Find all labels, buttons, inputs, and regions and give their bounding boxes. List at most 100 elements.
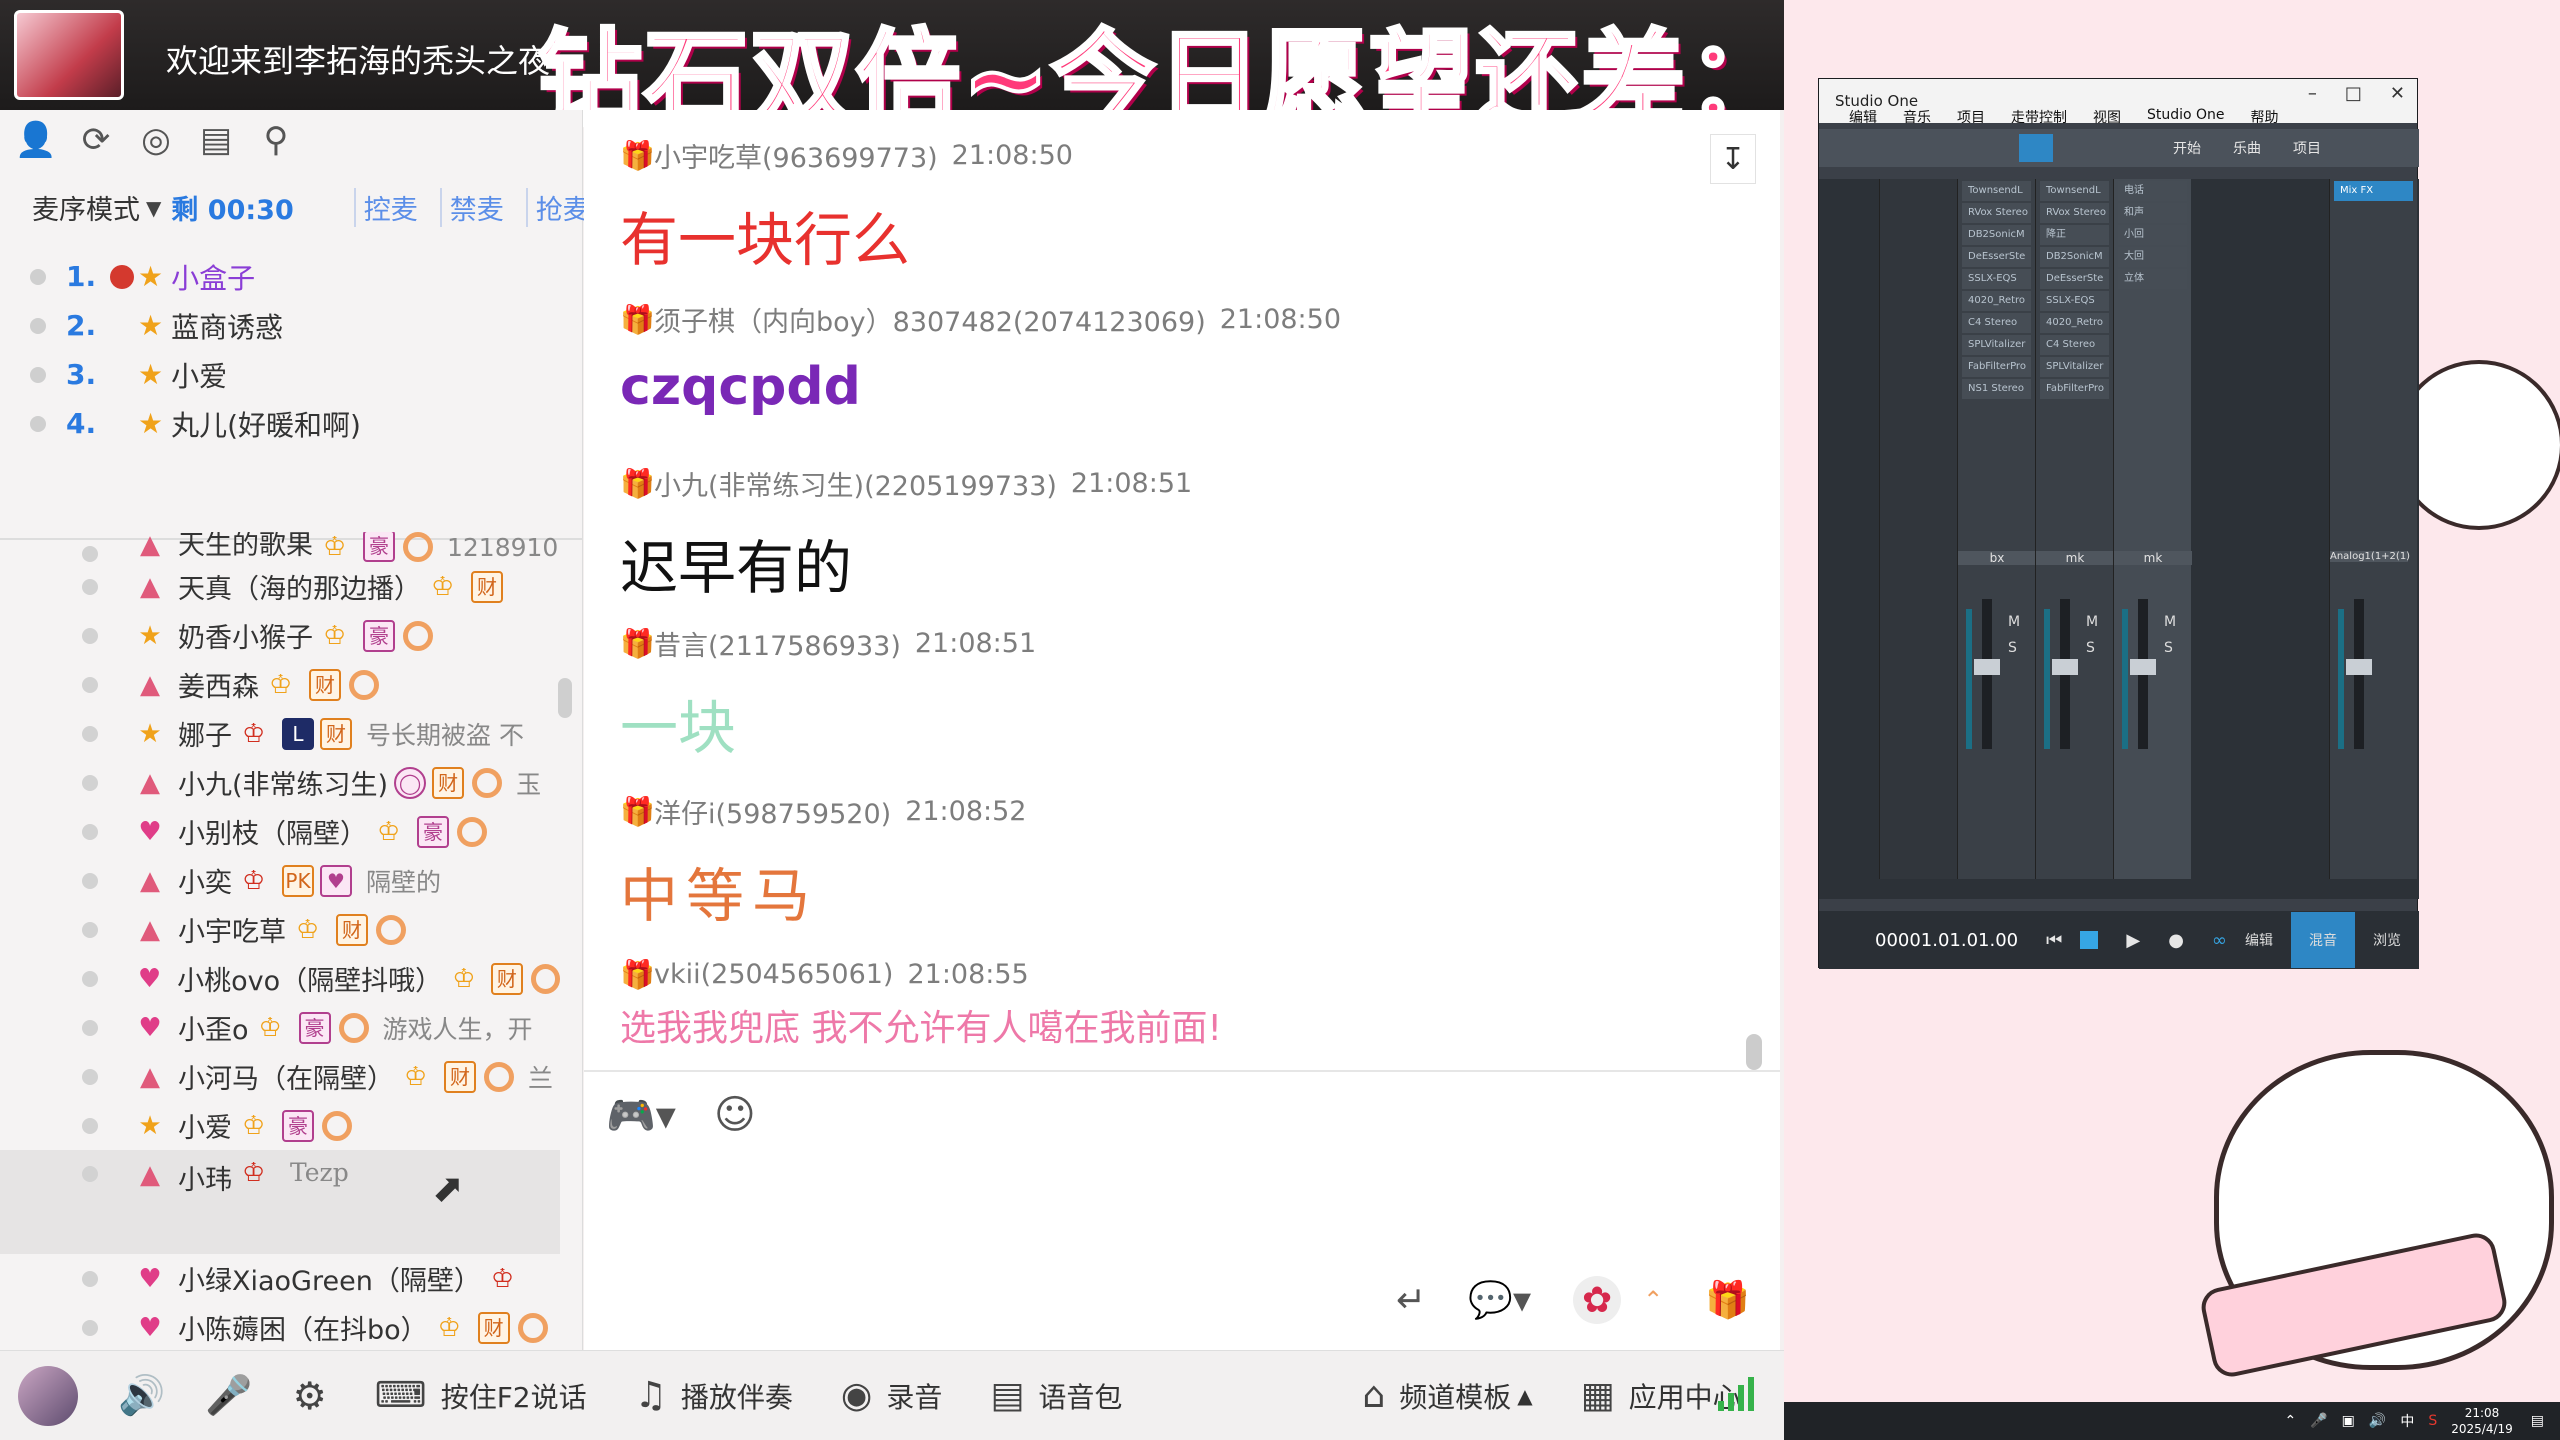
gamepad-icon[interactable]: 🎮▾ xyxy=(606,1092,676,1139)
menu-item[interactable]: 音乐 xyxy=(1903,107,1931,129)
close-icon[interactable]: ✕ xyxy=(2390,83,2405,104)
minimize-icon[interactable]: – xyxy=(2308,83,2317,104)
channel-template-button[interactable]: ⌂ 频道模板 ▲ xyxy=(1362,1375,1532,1416)
ban-mic-link[interactable]: 禁麦 xyxy=(439,188,512,227)
menu-item[interactable]: 项目 xyxy=(1957,107,1985,129)
record-icon[interactable]: ● xyxy=(2168,930,2184,951)
cursor-tool-icon[interactable] xyxy=(2019,134,2053,162)
play-icon[interactable]: ▶ xyxy=(2126,930,2140,951)
member-scrollbar[interactable] xyxy=(558,678,572,718)
list-item[interactable]: ♥ 小别枝（隔壁） ♔ 豪 xyxy=(0,807,560,856)
fader-knob[interactable] xyxy=(2052,659,2078,675)
rose-gift-icon[interactable]: ✿ xyxy=(1573,1276,1622,1324)
message-user[interactable]: 小宇吃草(963699773) xyxy=(654,136,938,175)
mute-solo-icons[interactable]: MS xyxy=(2008,609,2020,661)
location-icon[interactable]: ◎ xyxy=(138,120,174,160)
control-mic-link[interactable]: 控麦 xyxy=(353,188,426,227)
speaker-icon[interactable]: 🔊 xyxy=(118,1373,165,1418)
equalizer-icon[interactable]: ⚙ xyxy=(293,1374,327,1418)
user-icon[interactable]: 👤 xyxy=(15,120,57,160)
message-user[interactable]: 小九(非常练习生)(2205199733) xyxy=(654,464,1057,503)
list-item[interactable]: ♥ 小歪o ♔ 豪游戏人生，开 xyxy=(0,1003,560,1052)
queue-item[interactable]: 4. ★ 丸儿(好暖和啊) xyxy=(30,399,361,448)
app-center-button[interactable]: ▦ 应用中心 xyxy=(1581,1375,1741,1416)
chat-refresh-icon[interactable]: ⟳ xyxy=(78,120,114,160)
mute-solo-icons[interactable]: MS xyxy=(2164,609,2176,661)
list-item[interactable]: ★ 娜子 ♔ L 财号长期被盗 不 xyxy=(0,709,560,758)
mixer-strip[interactable]: TownsendL RVox Stereo 降正 DB2SonicM DeEss… xyxy=(2035,179,2114,879)
list-item-selected[interactable]: ▲ 小玮 ♔ Tezp ⬈ xyxy=(0,1150,560,1254)
menu-item[interactable]: 走带控制 xyxy=(2011,107,2067,129)
tab-edit[interactable]: 编辑 xyxy=(2227,912,2291,968)
toolbar-song[interactable]: 乐曲 xyxy=(2233,138,2261,158)
chevron-up-icon[interactable]: ⌃ xyxy=(1643,1286,1663,1314)
speech-bubble-icon[interactable]: 💬▾ xyxy=(1468,1279,1531,1321)
voice-pack-button[interactable]: ▤ 语音包 xyxy=(990,1375,1122,1416)
gift-box-icon[interactable]: 🎁 xyxy=(1705,1279,1750,1321)
chevron-down-icon[interactable]: ▼ xyxy=(146,196,161,220)
list-item[interactable]: ▲ 小河马（在隔壁） ♔ 财兰 xyxy=(0,1052,560,1101)
record-button[interactable]: ◉ 录音 xyxy=(841,1375,942,1416)
mixer-strip[interactable]: 电话 和声 小回 大回 立体 mk MS xyxy=(2113,179,2192,879)
maximize-icon[interactable]: □ xyxy=(2345,83,2362,104)
microphone-icon[interactable]: 🎤 xyxy=(2310,1413,2327,1429)
play-accompany-button[interactable]: ♫ 播放伴奏 xyxy=(635,1375,793,1416)
list-item[interactable]: ▲ 小奕 ♔ PK ♥ 隔壁的 xyxy=(0,856,560,905)
fader-knob[interactable] xyxy=(2130,659,2156,675)
message-user[interactable]: vkii(2504565061) xyxy=(654,959,893,990)
mute-solo-icons[interactable]: MS xyxy=(2086,609,2098,661)
list-item[interactable]: ▲ 姜西森 ♔ 财 xyxy=(0,660,560,709)
badge-icon: 财 xyxy=(477,1311,510,1344)
tab-browse[interactable]: 浏览 xyxy=(2355,912,2419,968)
avatar[interactable] xyxy=(18,1365,78,1426)
emoji-search-icon[interactable]: ☺ xyxy=(714,1092,756,1138)
chat-input-area[interactable]: 🎮▾ ☺ ↵ 💬▾ ✿ ⌃ 🎁 xyxy=(584,1072,1780,1350)
list-item[interactable]: ▲ 天生的歌果 ♔ 豪 1218910 xyxy=(0,532,560,562)
queue-item[interactable]: 1. ★ 小盒子 xyxy=(30,252,361,301)
message-user[interactable]: 洋仔i(598759520) xyxy=(654,792,891,831)
clock[interactable]: 21:08 2025/4/19 xyxy=(2451,1405,2513,1437)
search-icon[interactable]: ⚲ xyxy=(258,120,294,160)
loop-icon[interactable]: ∞ xyxy=(2212,930,2227,951)
input-method-icon[interactable]: 中 xyxy=(2400,1411,2414,1431)
mixer-strip[interactable]: TownsendL RVox Stereo DB2SonicM DeEsserS… xyxy=(1957,179,2036,879)
menu-item[interactable]: 视图 xyxy=(2093,107,2121,129)
chevron-up-icon[interactable]: ⌃ xyxy=(2285,1413,2297,1429)
network-icon[interactable]: ▣ xyxy=(2342,1413,2355,1429)
menu-item[interactable]: 帮助 xyxy=(2251,107,2279,129)
push-to-talk-button[interactable]: ⌨ 按住F2说话 xyxy=(375,1375,587,1416)
antivirus-icon[interactable]: S xyxy=(2428,1413,2437,1429)
toolbar-start[interactable]: 开始 xyxy=(2173,138,2201,158)
list-icon[interactable]: ▤ xyxy=(198,120,234,160)
message-user[interactable]: 昔言(2117586933) xyxy=(654,624,901,663)
chat-scrollbar[interactable] xyxy=(1746,1034,1762,1070)
notification-icon[interactable]: ▤ xyxy=(2531,1413,2544,1429)
message-user[interactable]: 须子棋（内向boy）8307482(2074123069) xyxy=(654,300,1206,339)
microphone-icon[interactable]: 🎤 xyxy=(205,1373,252,1418)
daw-window[interactable]: Studio One – □ ✕ 编辑 音乐 项目 走带控制 视图 Studio… xyxy=(1818,78,2419,969)
list-item[interactable]: ♥ 小桃ovo（隔壁抖哦） ♔ 财 xyxy=(0,954,560,1003)
fader-knob[interactable] xyxy=(1974,659,2000,675)
enter-icon[interactable]: ↵ xyxy=(1396,1280,1426,1321)
list-item[interactable]: ♥ 小绿XiaoGreen（隔壁） ♔ xyxy=(0,1254,560,1303)
list-item[interactable]: ★ 小爱 ♔ 豪 xyxy=(0,1101,560,1150)
rewind-icon[interactable]: ⏮ xyxy=(2046,930,2062,951)
list-item[interactable]: ★ 奶香小猴子 ♔ 豪 xyxy=(0,611,560,660)
list-item[interactable]: ▲ 小宇吃草 ♔ 财 xyxy=(0,905,560,954)
tab-mix[interactable]: 混音 xyxy=(2291,912,2355,968)
stop-icon[interactable] xyxy=(2080,931,2099,949)
list-item[interactable]: ♥ 小陈薅困（在抖bo） ♔ 财 xyxy=(0,1303,560,1350)
volume-icon[interactable]: 🔊 xyxy=(2369,1413,2386,1429)
menu-item[interactable]: Studio One xyxy=(2147,107,2225,129)
mixfx-strip[interactable]: Mix FX Analog1(1+2(1) xyxy=(2329,179,2417,879)
menu-item[interactable]: 编辑 xyxy=(1849,107,1877,129)
message-time: 21:08:55 xyxy=(907,959,1029,990)
list-item[interactable]: ▲ 天真（海的那边播） ♔ 财 xyxy=(0,562,560,611)
list-item[interactable]: ▲ 小九(非常练习生) ◯ 财玉 xyxy=(0,758,560,807)
queue-item[interactable]: 2. ★ 蓝商诱惑 xyxy=(30,301,361,350)
toolbar-project[interactable]: 项目 xyxy=(2293,138,2321,158)
fader-knob[interactable] xyxy=(2346,659,2372,675)
scroll-down-icon[interactable]: ↧ xyxy=(1710,134,1756,184)
mic-mode-select[interactable]: 麦序模式 xyxy=(32,188,140,227)
queue-item[interactable]: 3. ★ 小爱 xyxy=(30,350,361,399)
